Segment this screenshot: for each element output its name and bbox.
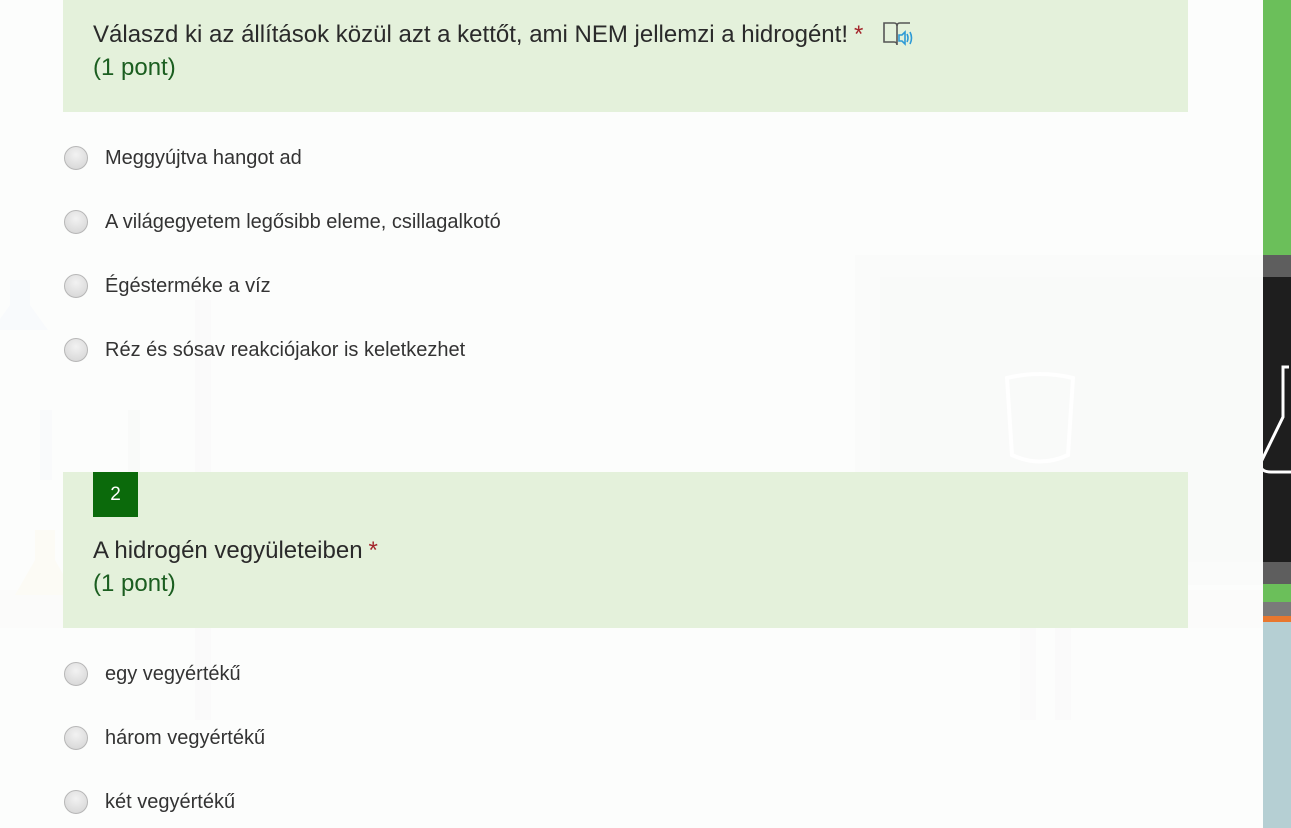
required-indicator: * bbox=[854, 21, 864, 48]
q2-option-2[interactable]: három vegyértékű bbox=[64, 723, 265, 753]
immersive-reader-icon[interactable] bbox=[881, 19, 915, 49]
strip-blue-segment bbox=[1263, 622, 1291, 828]
question-1-title-block: Válaszd ki az állítások közül azt a kett… bbox=[93, 18, 915, 84]
flask-drawing-icon bbox=[1259, 365, 1291, 474]
question-1-points: (1 pont) bbox=[93, 54, 176, 81]
question-2-points: (1 pont) bbox=[93, 570, 176, 597]
radio-button[interactable] bbox=[64, 726, 88, 750]
question-2-title-block: A hidrogén vegyületeiben * (1 pont) bbox=[93, 534, 378, 600]
option-label: Égésterméke a víz bbox=[105, 274, 271, 297]
option-label: Meggyújtva hangot ad bbox=[105, 146, 302, 169]
strip-grey-segment bbox=[1263, 562, 1291, 584]
form-panel: Válaszd ki az állítások közül azt a kett… bbox=[0, 0, 1263, 828]
strip-grey-segment bbox=[1263, 602, 1291, 616]
question-number-badge: 2 bbox=[93, 472, 138, 517]
strip-grey-segment bbox=[1263, 255, 1291, 277]
radio-button[interactable] bbox=[64, 274, 88, 298]
question-2-title: A hidrogén vegyületeiben bbox=[93, 537, 363, 564]
q2-option-3[interactable]: két vegyértékű bbox=[64, 787, 235, 817]
q1-option-2[interactable]: A világegyetem legősibb eleme, csillagal… bbox=[64, 207, 501, 237]
option-label: Réz és sósav reakciójakor is keletkezhet bbox=[105, 338, 466, 361]
option-label: A világegyetem legősibb eleme, csillagal… bbox=[105, 210, 501, 233]
option-label: két vegyértékű bbox=[105, 790, 236, 813]
q2-option-1[interactable]: egy vegyértékű bbox=[64, 659, 241, 689]
option-label: három vegyértékű bbox=[105, 726, 266, 749]
strip-green-segment bbox=[1263, 584, 1291, 602]
radio-button[interactable] bbox=[64, 146, 88, 170]
question-1-title: Válaszd ki az állítások közül azt a kett… bbox=[93, 21, 848, 48]
question-2-header: 2 A hidrogén vegyületeiben * (1 pont) bbox=[63, 472, 1188, 628]
q1-option-3[interactable]: Égésterméke a víz bbox=[64, 271, 271, 301]
q1-option-1[interactable]: Meggyújtva hangot ad bbox=[64, 143, 302, 173]
required-indicator: * bbox=[368, 537, 378, 564]
strip-chalkboard-segment bbox=[1259, 277, 1291, 562]
radio-button[interactable] bbox=[64, 210, 88, 234]
radio-button[interactable] bbox=[64, 338, 88, 362]
radio-button[interactable] bbox=[64, 662, 88, 686]
q1-option-4[interactable]: Réz és sósav reakciójakor is keletkezhet bbox=[64, 335, 465, 365]
side-decoration-strip bbox=[1259, 0, 1291, 828]
question-1-header: Válaszd ki az állítások közül azt a kett… bbox=[63, 0, 1188, 112]
strip-green-segment bbox=[1263, 0, 1291, 255]
radio-button[interactable] bbox=[64, 790, 88, 814]
option-label: egy vegyértékű bbox=[105, 662, 241, 685]
